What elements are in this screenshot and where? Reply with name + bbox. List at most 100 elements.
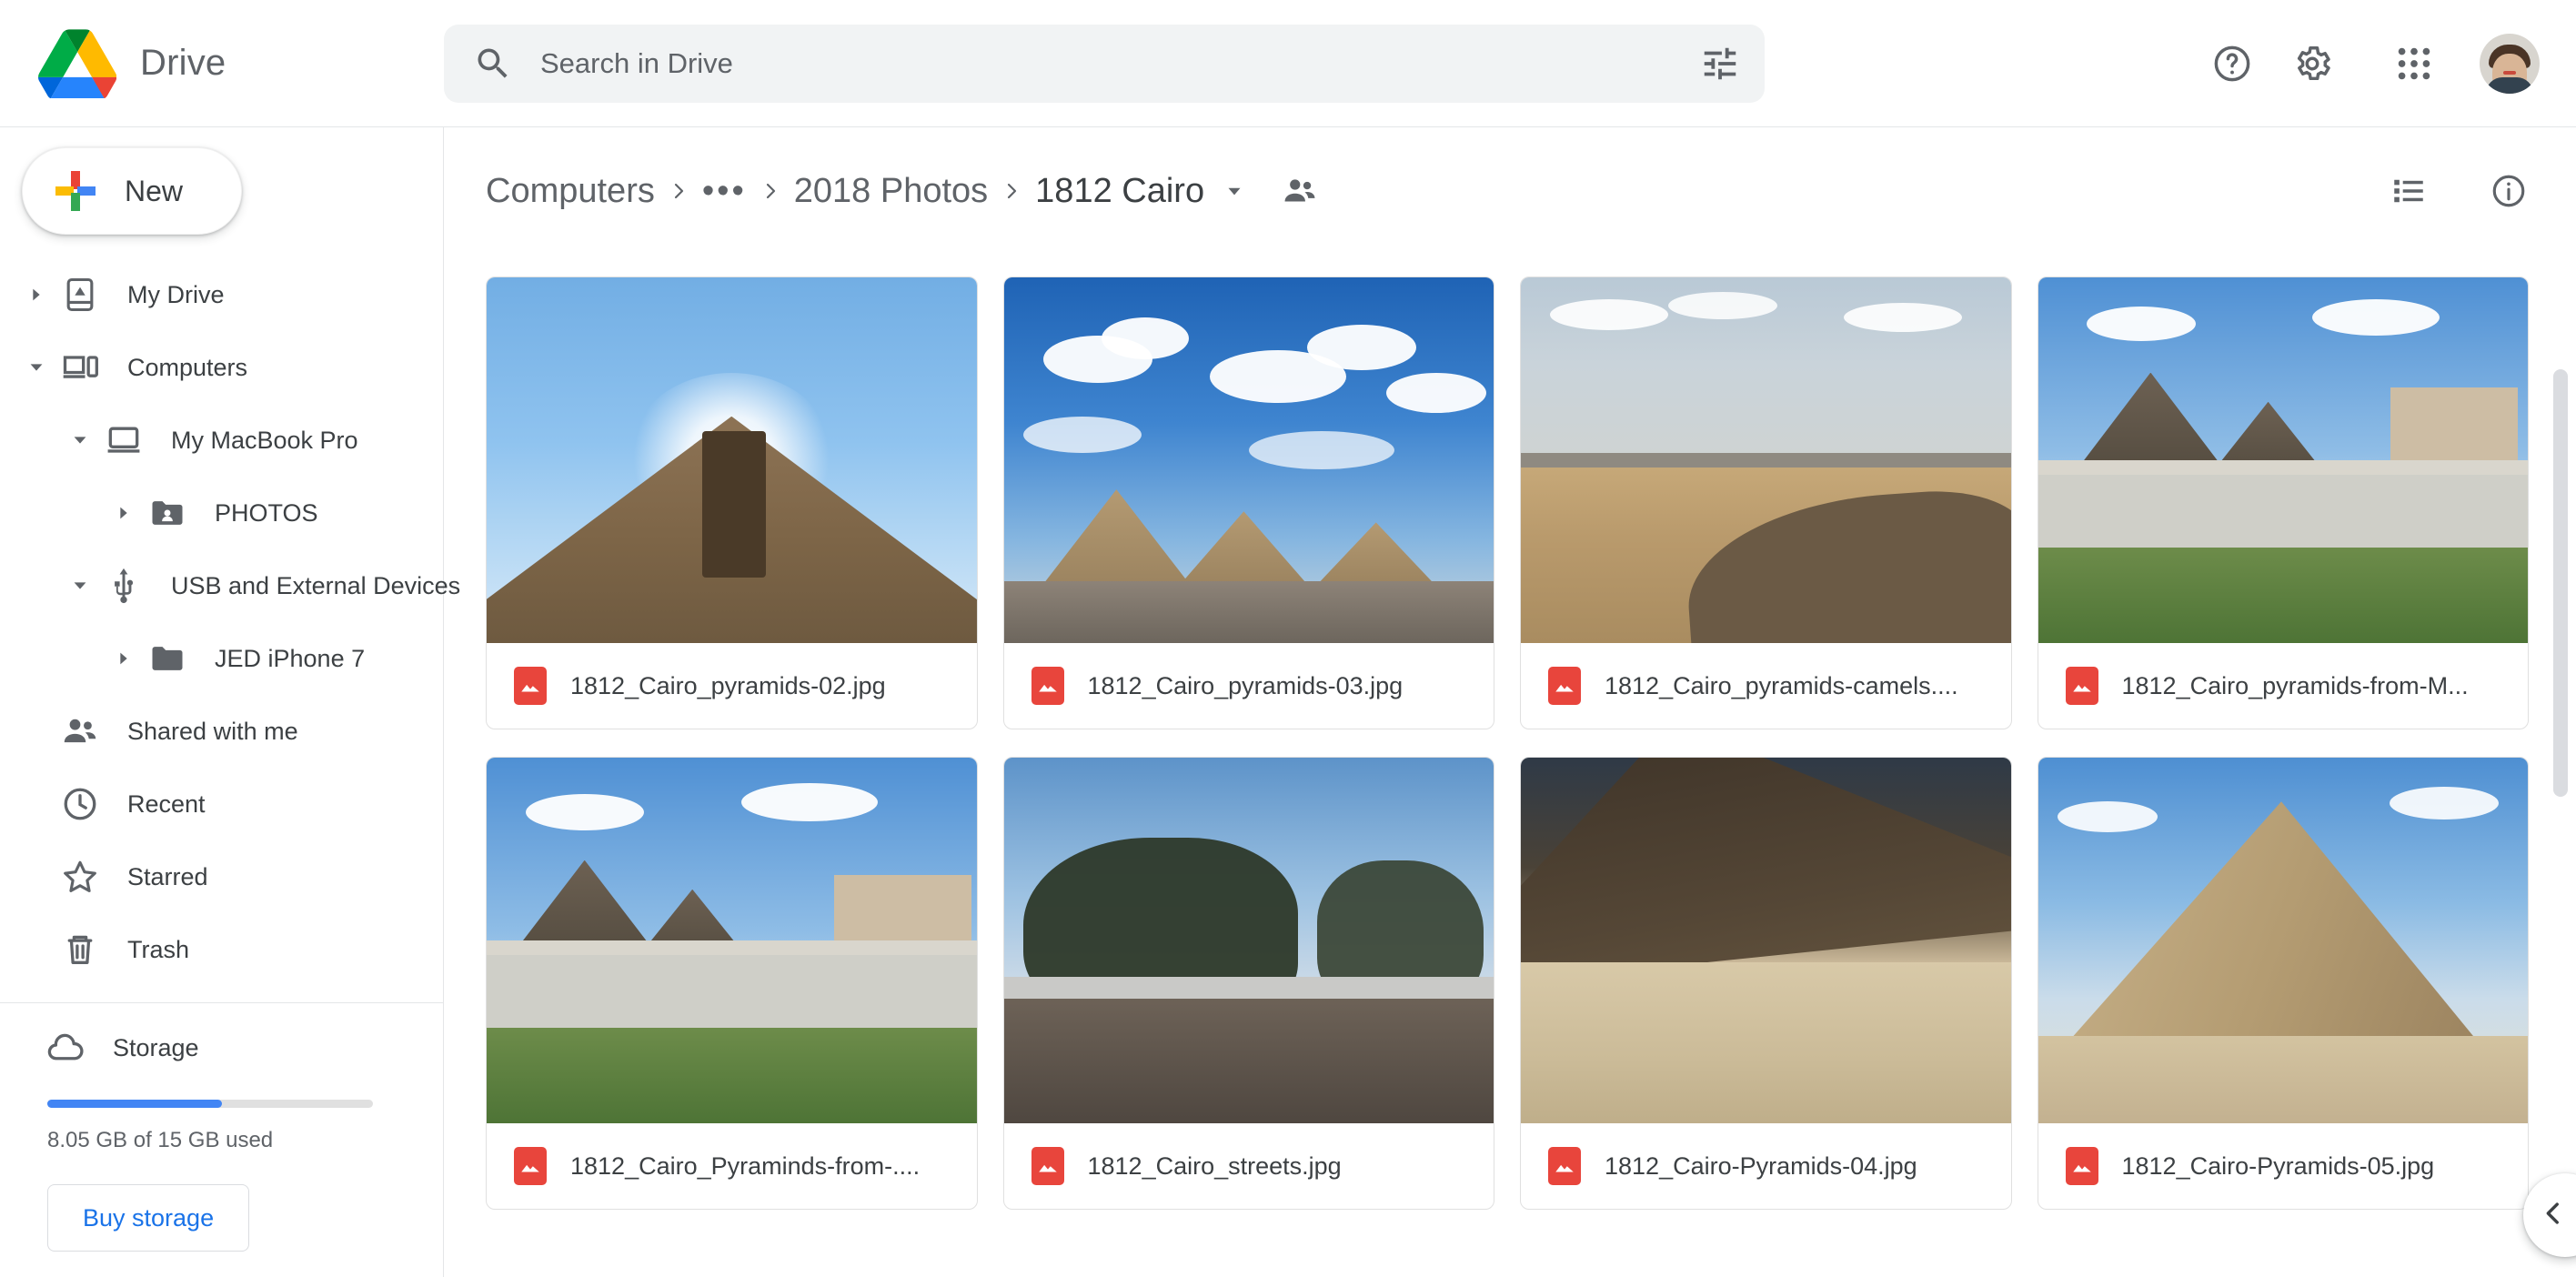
file-thumbnail: [1521, 277, 2011, 643]
sidebar-item-storage[interactable]: Storage: [47, 1016, 407, 1080]
image-file-icon: [1548, 667, 1581, 705]
image-file-icon: [1031, 667, 1064, 705]
file-card[interactable]: 1812_Cairo-Pyramids-05.jpg: [2037, 757, 2529, 1210]
info-circle-icon[interactable]: [2469, 151, 2549, 231]
file-thumbnail: [1003, 277, 1494, 643]
laptop-icon: [102, 420, 146, 460]
plus-icon: [55, 171, 96, 211]
file-thumbnail: [487, 277, 977, 643]
chevron-down-icon[interactable]: [15, 357, 58, 377]
file-card[interactable]: 1812_Cairo_pyramids-02.jpg: [486, 277, 978, 729]
vertical-scrollbar[interactable]: [2549, 255, 2572, 1277]
sidebar-item-my-drive[interactable]: My Drive: [0, 258, 416, 331]
file-thumbnail: [1003, 758, 1494, 1123]
chevron-down-icon[interactable]: [58, 576, 102, 596]
sidebar-item-usb-and-external-devices[interactable]: USB and External Devices: [0, 549, 460, 622]
main-content: Computers ••• 2018 Photos 1812 Cairo 181…: [444, 127, 2576, 1277]
breadcrumb-item-2018-photos[interactable]: 2018 Photos: [794, 172, 988, 211]
file-card-footer: 1812_Cairo-Pyramids-04.jpg: [1521, 1123, 2011, 1209]
sidebar-item-computers[interactable]: Computers: [0, 331, 416, 404]
chevron-right-icon[interactable]: [102, 503, 146, 523]
sidebar-item-shared-with-me[interactable]: Shared with me: [0, 695, 416, 768]
chevron-right-icon[interactable]: [102, 649, 146, 669]
storage-section: Storage 8.05 GB of 15 GB used Buy storag…: [0, 1016, 443, 1252]
clock-icon: [58, 784, 102, 824]
search-input[interactable]: [540, 46, 1699, 80]
chevron-down-icon[interactable]: [58, 430, 102, 450]
sidebar-item-jed-iphone-7[interactable]: JED iPhone 7: [0, 622, 416, 695]
sidebar-label: JED iPhone 7: [215, 644, 366, 672]
files-grid: 1812_Cairo_market-05-Beth-T... 1812_Cair…: [486, 255, 2529, 1210]
sidebar-item-trash[interactable]: Trash: [0, 913, 416, 986]
sidebar-label: Computers: [127, 353, 248, 381]
file-name: 1812_Cairo_Pyraminds-from-....: [570, 1151, 921, 1180]
breadcrumb-item-1812-cairo[interactable]: 1812 Cairo: [1035, 172, 1204, 211]
file-card[interactable]: 1812_Cairo-Pyramids-04.jpg: [1520, 757, 2012, 1210]
sidebar-item-photos[interactable]: PHOTOS: [0, 477, 416, 549]
top-bar: Drive: [0, 0, 2576, 127]
file-thumbnail: [2038, 277, 2528, 643]
file-thumbnail: [487, 758, 977, 1123]
tune-options-icon[interactable]: [1699, 43, 1741, 85]
usb-icon: [102, 566, 146, 606]
sidebar-item-starred[interactable]: Starred: [0, 840, 416, 913]
sidebar-label: Starred: [127, 862, 208, 890]
gear-icon[interactable]: [2272, 24, 2352, 104]
file-card[interactable]: 1812_Cairo_Pyraminds-from-....: [486, 757, 978, 1210]
file-card[interactable]: 1812_Cairo_pyramids-from-M...: [2037, 277, 2529, 729]
breadcrumb-overflow[interactable]: •••: [702, 172, 747, 211]
shared-folder-icon: [146, 493, 189, 533]
buy-storage-button[interactable]: Buy storage: [47, 1184, 250, 1252]
sidebar-label: Shared with me: [127, 717, 298, 745]
apps-grid-icon[interactable]: [2374, 24, 2454, 104]
image-file-icon: [2065, 667, 2098, 705]
people-share-icon[interactable]: [1281, 172, 1319, 210]
image-file-icon: [514, 667, 547, 705]
file-card-footer: 1812_Cairo_pyramids-03.jpg: [1004, 643, 1494, 729]
file-card-footer: 1812_Cairo_Pyraminds-from-....: [487, 1123, 977, 1209]
sidebar-divider: [0, 1002, 443, 1003]
avatar-neck: [2486, 77, 2533, 94]
details-panel-expander[interactable]: [2523, 1173, 2576, 1257]
file-card[interactable]: 1812_Cairo_pyramids-camels....: [1520, 277, 2012, 729]
scrollbar-thumb[interactable]: [2553, 369, 2568, 797]
top-bar-actions: [2192, 0, 2552, 127]
sidebar-label: My MacBook Pro: [171, 426, 358, 454]
sidebar-item-my-macbook-pro[interactable]: My MacBook Pro: [0, 404, 416, 477]
drive-app: Drive Search in Drive New My Drive Compu…: [0, 0, 2576, 1277]
file-card[interactable]: 1812_Cairo_pyramids-03.jpg: [1002, 277, 1494, 729]
computers-icon: [58, 347, 102, 387]
trash-icon: [58, 930, 102, 970]
search-area: [444, 24, 1765, 103]
help-circle-icon[interactable]: [2192, 24, 2272, 104]
files-grid-scroll[interactable]: 1812_Cairo_market-05-Beth-T... 1812_Cair…: [444, 255, 2576, 1277]
breadcrumb-bar: Computers ••• 2018 Photos 1812 Cairo: [444, 127, 2576, 255]
image-file-icon: [514, 1147, 547, 1185]
breadcrumb-separator: [988, 177, 1035, 205]
list-view-icon[interactable]: [2369, 151, 2449, 231]
breadcrumb-item-computers[interactable]: Computers: [486, 172, 655, 211]
file-card-footer: 1812_Cairo_pyramids-from-M...: [2038, 643, 2529, 729]
chevron-down-icon[interactable]: [1223, 179, 1246, 203]
new-button[interactable]: New: [22, 147, 242, 235]
file-card-footer: 1812_Cairo_pyramids-02.jpg: [487, 643, 977, 729]
file-thumbnail: [2038, 758, 2528, 1123]
file-name: 1812_Cairo_pyramids-02.jpg: [570, 671, 886, 699]
search-box[interactable]: [444, 24, 1765, 103]
chevron-left-icon: [2546, 1198, 2569, 1233]
drive-brand[interactable]: Drive: [0, 28, 444, 100]
image-file-icon: [1548, 1147, 1581, 1185]
file-card[interactable]: 1812_Cairo_streets.jpg: [1002, 757, 1494, 1210]
file-name: 1812_Cairo_pyramids-camels....: [1605, 671, 1958, 699]
storage-progress-fill: [47, 1100, 222, 1108]
my-drive-icon: [58, 275, 102, 315]
chevron-right-icon[interactable]: [15, 285, 58, 305]
breadcrumb-separator: [655, 177, 702, 205]
new-button-label: New: [125, 174, 184, 207]
file-name: 1812_Cairo_pyramids-from-M...: [2121, 671, 2469, 699]
storage-label: Storage: [113, 1033, 199, 1061]
drive-logo-icon: [38, 28, 117, 100]
user-avatar[interactable]: [2480, 34, 2540, 94]
sidebar-item-recent[interactable]: Recent: [0, 768, 416, 840]
sidebar-label: USB and External Devices: [171, 571, 461, 599]
